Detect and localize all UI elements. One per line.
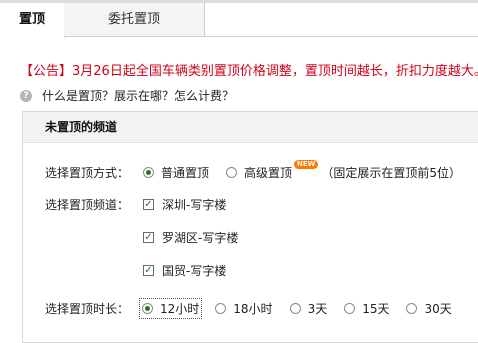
tab-bar: 置顶 委托置顶 (0, 3, 478, 39)
channel-row-2: ✓ 罗湖区-写字楼 (23, 229, 255, 246)
channel-luohu-label: 罗湖区-写字楼 (162, 231, 239, 245)
checkbox-guomao[interactable]: ✓ (143, 265, 154, 276)
duration-12h-label: 12小时 (160, 302, 200, 316)
channel-guomao-label: 国贸-写字楼 (162, 264, 227, 278)
channel-row-1: 选择置顶频道： ✓ 深圳-写字楼 (23, 196, 243, 213)
mode-normal-label: 普通置顶 (161, 166, 210, 180)
mode-normal-option[interactable]: 普通置顶 (143, 164, 209, 181)
mode-row: 选择置顶方式： 普通置顶 高级置顶 NEW （固定展示在置顶前5位） (23, 160, 462, 181)
duration-15d-label: 15天 (362, 302, 390, 316)
channel-shenzhen-label: 深圳-写字楼 (162, 198, 227, 212)
duration-30d-radio[interactable] (406, 303, 418, 314)
duration-18h-radio[interactable] (215, 303, 227, 314)
duration-18h-option[interactable]: 18小时 (215, 300, 273, 317)
duration-3d-radio[interactable] (289, 303, 301, 314)
duration-15d-radio[interactable] (344, 303, 356, 314)
help-row: ? 什么是置顶？展示在哪？怎么计费？ (20, 87, 234, 104)
channel-row-3: ✓ 国贸-写字楼 (23, 262, 243, 279)
duration-label: 选择置顶时长： (45, 302, 130, 316)
mode-normal-radio[interactable] (143, 167, 154, 178)
mode-label: 选择置顶方式： (45, 166, 130, 180)
duration-30d-label: 30天 (424, 302, 452, 316)
duration-30d-option[interactable]: 30天 (406, 300, 452, 317)
new-badge: NEW (294, 160, 319, 169)
question-icon: ? (20, 89, 32, 102)
help-link[interactable]: 什么是置顶？展示在哪？怎么计费？ (42, 87, 234, 104)
channel-label: 选择置顶频道： (45, 198, 130, 212)
duration-12h-radio[interactable] (142, 303, 153, 314)
panel-title: 未置顶的频道 (23, 112, 478, 143)
duration-18h-label: 18小时 (233, 302, 273, 316)
tab-top[interactable]: 置顶 (0, 3, 65, 39)
duration-3d-label: 3天 (307, 302, 328, 316)
pin-panel: 未置顶的频道 选择置顶方式： 普通置顶 高级置顶 NEW （固定展示在置顶前5位… (22, 111, 478, 343)
checkbox-luohu[interactable]: ✓ (143, 232, 154, 243)
mode-note: （固定展示在置顶前5位） (321, 166, 462, 180)
channel-option-guomao[interactable]: ✓ 国贸-写字楼 (143, 262, 226, 279)
announcement: 【公告】3月26日起全国车辆类别置顶价格调整，置顶时间越长，折扣力度越大。 (20, 64, 478, 79)
tab-entrusted-top[interactable]: 委托置顶 (64, 3, 205, 36)
channel-option-luohu[interactable]: ✓ 罗湖区-写字楼 (143, 229, 238, 246)
mode-advanced-radio[interactable] (226, 167, 238, 178)
channel-option-shenzhen[interactable]: ✓ 深圳-写字楼 (143, 196, 226, 213)
duration-row: 选择置顶时长： 12小时 18小时 3天 15天 30天 (23, 298, 469, 319)
checkbox-shenzhen[interactable]: ✓ (143, 199, 154, 210)
mode-advanced-label: 高级置顶 (244, 166, 293, 180)
duration-15d-option[interactable]: 15天 (344, 300, 389, 317)
mode-advanced-option[interactable]: 高级置顶 (226, 164, 292, 181)
duration-12h-option[interactable]: 12小时 (139, 298, 203, 319)
duration-3d-option[interactable]: 3天 (289, 300, 328, 317)
